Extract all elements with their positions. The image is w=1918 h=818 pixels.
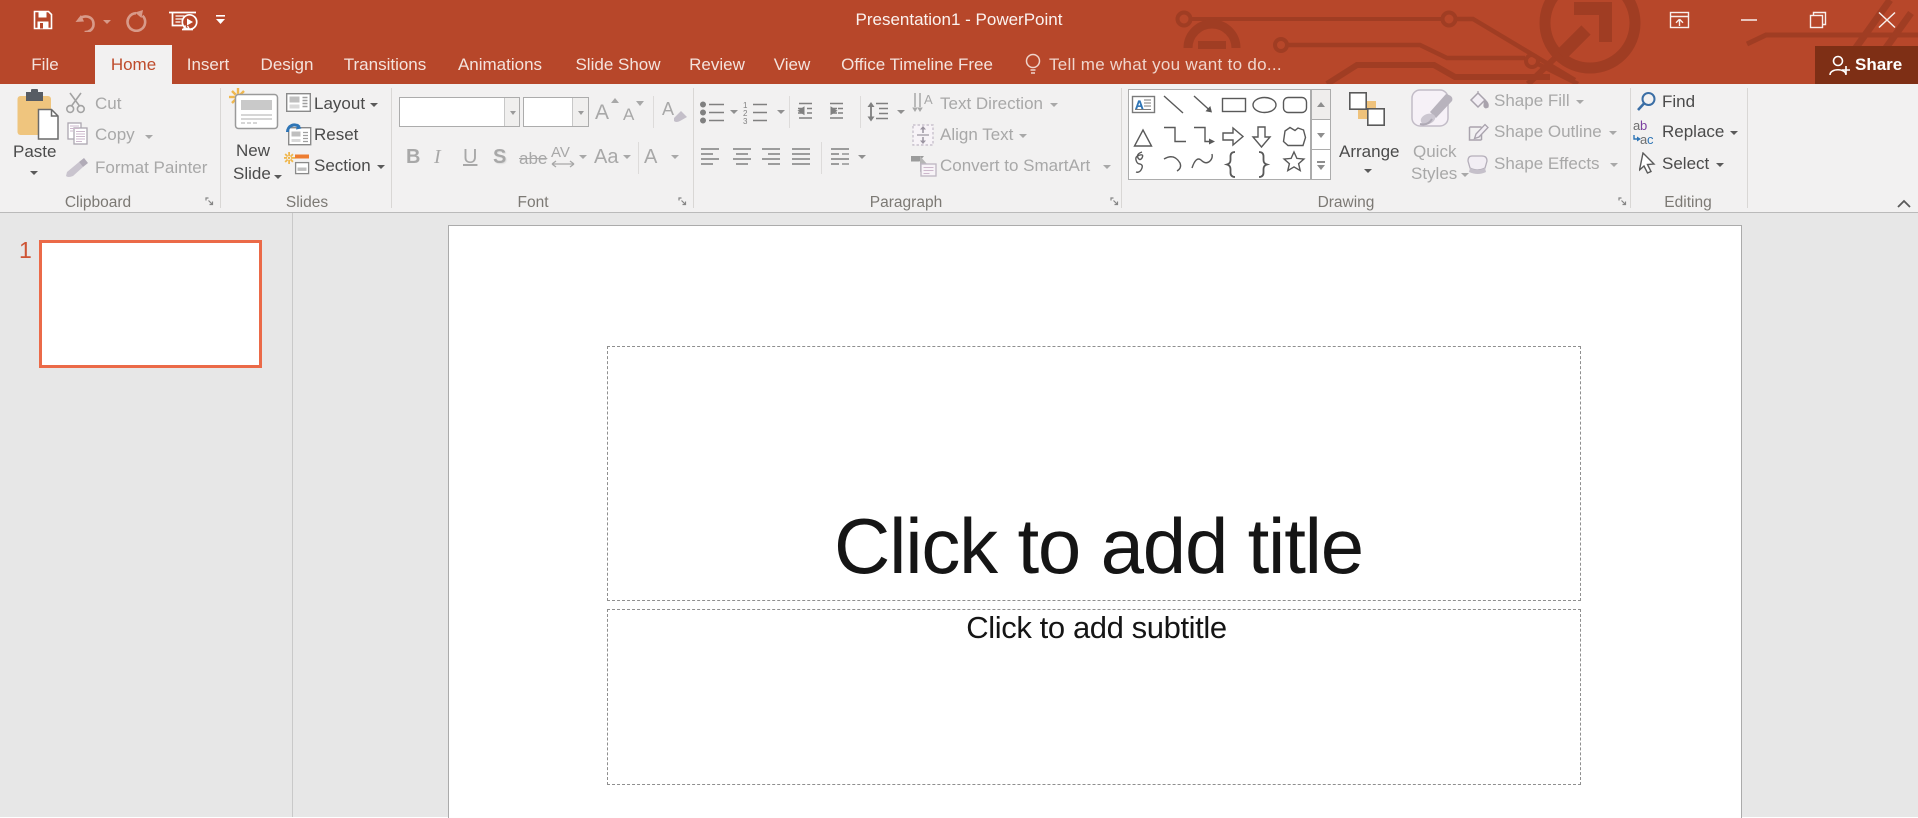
svg-text:c: c [1647,132,1654,146]
svg-text:3: 3 [743,117,748,126]
svg-text:A: A [924,92,933,107]
